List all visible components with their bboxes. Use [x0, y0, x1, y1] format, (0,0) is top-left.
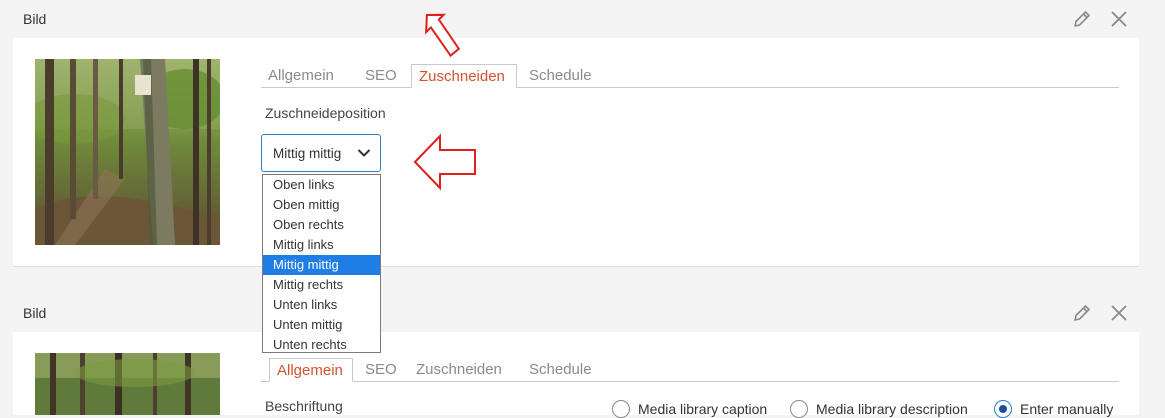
tab-zuschneiden[interactable]: Zuschneiden — [411, 64, 517, 88]
close-icon[interactable] — [1108, 302, 1130, 324]
tab-allgemein[interactable]: Allgemein — [261, 64, 341, 88]
tab-allgemein[interactable]: Allgemein — [269, 358, 353, 382]
option-unten-mittig[interactable]: Unten mittig — [263, 315, 380, 335]
crop-position-dropdown: Oben links Oben mittig Oben rechts Mitti… — [262, 174, 381, 353]
option-oben-links[interactable]: Oben links — [263, 175, 380, 195]
option-mittig-links[interactable]: Mittig links — [263, 235, 380, 255]
tab-seo[interactable]: SEO — [358, 358, 404, 382]
radio-circle[interactable] — [790, 400, 808, 418]
option-mittig-rechts[interactable]: Mittig rechts — [263, 275, 380, 295]
panel-title: Bild — [23, 305, 47, 321]
red-outline-arrow-icon — [413, 133, 476, 191]
tab-schedule[interactable]: Schedule — [522, 64, 599, 88]
option-oben-rechts[interactable]: Oben rechts — [263, 215, 380, 235]
chevron-down-icon — [357, 149, 371, 157]
caption-label: Beschriftung — [265, 398, 343, 414]
tab-zuschneiden[interactable]: Zuschneiden — [409, 358, 509, 382]
crop-position-select[interactable]: Mittig mittig — [261, 134, 381, 172]
image-thumbnail[interactable] — [35, 353, 220, 415]
image-panel-1: Bild Allgemein SEO Zuschneiden Schedule … — [13, 0, 1139, 268]
select-value: Mittig mittig — [273, 146, 342, 161]
option-unten-links[interactable]: Unten links — [263, 295, 380, 315]
panel-header: Bild — [13, 0, 1139, 38]
panel-body: Allgemein SEO Zuschneiden Schedule Zusch… — [13, 38, 1139, 267]
image-thumbnail[interactable] — [35, 59, 220, 245]
crop-position-label: Zuschneideposition — [265, 105, 386, 121]
close-icon[interactable] — [1108, 8, 1130, 30]
image-panel-2: Bild Allgemein SEO Zuschneiden Schedule … — [13, 294, 1139, 415]
option-oben-mittig[interactable]: Oben mittig — [263, 195, 380, 215]
red-outline-arrow-icon — [425, 13, 460, 58]
panel-header: Bild — [13, 294, 1139, 332]
radio-circle[interactable] — [612, 400, 630, 418]
radio-circle[interactable] — [994, 400, 1012, 418]
panel-body: Allgemein SEO Zuschneiden Schedule Besch… — [13, 332, 1139, 415]
tab-seo[interactable]: SEO — [358, 64, 404, 88]
tab-bar: Allgemein SEO Zuschneiden Schedule — [261, 356, 1119, 382]
option-mittig-mittig[interactable]: Mittig mittig — [263, 255, 380, 275]
tab-schedule[interactable]: Schedule — [522, 358, 599, 382]
panel-title: Bild — [23, 11, 47, 27]
tab-bar: Allgemein SEO Zuschneiden Schedule — [261, 62, 1119, 88]
option-unten-rechts[interactable]: Unten rechts — [263, 335, 380, 355]
pencil-icon[interactable] — [1071, 302, 1093, 324]
pencil-icon[interactable] — [1071, 8, 1093, 30]
